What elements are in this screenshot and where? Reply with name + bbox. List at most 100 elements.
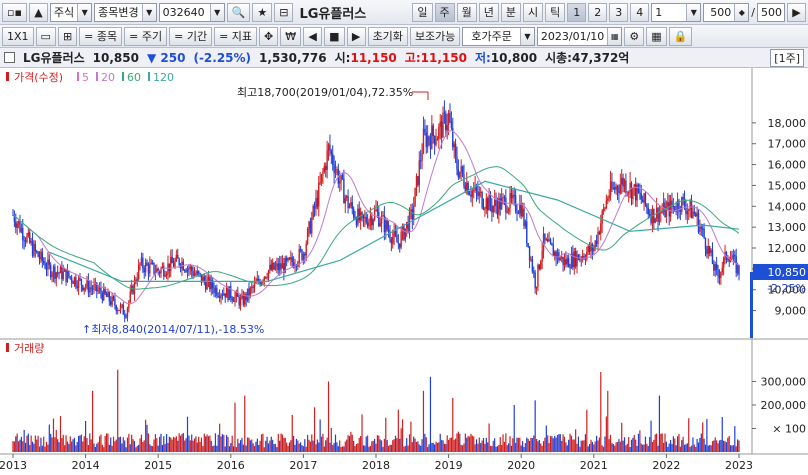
date-input[interactable]: 2023/01/10 ▦ bbox=[536, 26, 623, 46]
tag-icon[interactable]: ⊟ bbox=[274, 2, 294, 22]
volume-bar bbox=[24, 442, 27, 452]
stop-button[interactable]: ■ bbox=[324, 26, 345, 46]
candle bbox=[204, 275, 207, 293]
aux-button[interactable]: 보조가능 bbox=[409, 26, 461, 46]
candle bbox=[297, 260, 299, 271]
period-hour[interactable]: 시 bbox=[523, 2, 544, 22]
legend-marker bbox=[96, 72, 98, 81]
volume-bar bbox=[200, 437, 203, 452]
volume-bar bbox=[728, 435, 730, 452]
volume-bar bbox=[175, 436, 177, 452]
volume-bar bbox=[260, 434, 263, 452]
reset-button[interactable]: 초기화 bbox=[367, 26, 408, 46]
interval-2[interactable]: 2 bbox=[588, 2, 608, 22]
order-select[interactable]: 호가주문 ▼ bbox=[462, 26, 535, 46]
candle bbox=[428, 135, 430, 146]
interval-input[interactable]: 1 ▼ bbox=[651, 2, 702, 22]
volume-bar bbox=[89, 433, 91, 452]
layout-1x1-icon[interactable]: ▭ bbox=[35, 26, 56, 46]
indicator-option-button[interactable]: = 지표 bbox=[214, 26, 258, 46]
candle bbox=[554, 250, 556, 261]
interval-1[interactable]: 1 bbox=[567, 2, 587, 22]
period-week[interactable]: 주 bbox=[434, 2, 455, 22]
gear-icon[interactable]: ⚙ bbox=[624, 26, 645, 46]
code-change-select[interactable]: 종목변경 ▼ bbox=[94, 2, 157, 22]
search-icon[interactable]: 🔍 bbox=[226, 2, 251, 22]
volume-bar bbox=[502, 434, 504, 452]
ratio-button[interactable]: 1X1 bbox=[2, 26, 34, 46]
play-forward-button[interactable]: ▶ bbox=[346, 26, 366, 46]
grid-icon[interactable]: ▦ bbox=[646, 26, 667, 46]
candle bbox=[442, 106, 444, 138]
volume-bar bbox=[145, 419, 147, 452]
interval-3[interactable]: 3 bbox=[609, 2, 629, 22]
volume-bar bbox=[29, 444, 31, 452]
volume-bar bbox=[231, 435, 233, 452]
scroll-right-button[interactable]: ▶ bbox=[787, 2, 806, 22]
interval-4[interactable]: 4 bbox=[630, 2, 650, 22]
candle bbox=[548, 231, 550, 242]
volume-bar bbox=[316, 439, 318, 452]
market-select[interactable]: 주식 ▼ bbox=[49, 2, 93, 22]
volume-bar bbox=[246, 437, 249, 452]
period-option-button[interactable]: = 주기 bbox=[124, 26, 168, 46]
volume-bar bbox=[622, 440, 624, 452]
volume-bar bbox=[193, 438, 196, 452]
volume-bar bbox=[653, 439, 655, 452]
candle bbox=[86, 276, 88, 290]
candle bbox=[468, 190, 471, 196]
candle bbox=[213, 282, 215, 298]
volume-bar bbox=[379, 439, 381, 452]
volume-bar bbox=[23, 430, 25, 452]
candle bbox=[549, 237, 552, 245]
checkbox[interactable] bbox=[4, 52, 15, 63]
candle bbox=[591, 242, 594, 260]
candle bbox=[528, 246, 531, 269]
stock-option-button[interactable]: = 종목 bbox=[79, 26, 123, 46]
price-panel[interactable]: 가격(수정)520601209,00010,00011,00012,00013,… bbox=[0, 68, 808, 454]
candle bbox=[439, 114, 441, 140]
window-menu-button[interactable]: ▫▪ bbox=[2, 2, 27, 22]
volume-bar bbox=[400, 428, 402, 452]
candle bbox=[251, 282, 253, 294]
volume-bar bbox=[692, 437, 694, 452]
up-arrow-button[interactable]: ▲ bbox=[28, 2, 48, 22]
candle bbox=[344, 194, 346, 214]
favorite-star-icon[interactable]: ★ bbox=[252, 2, 273, 22]
volume-bar bbox=[629, 447, 631, 452]
lock-icon[interactable]: 🔒 bbox=[668, 26, 693, 46]
volume-bar bbox=[138, 444, 140, 452]
candle bbox=[641, 195, 644, 203]
candle bbox=[707, 238, 709, 259]
period-year[interactable]: 년 bbox=[478, 2, 499, 22]
order-label: 호가주문 bbox=[471, 30, 512, 43]
volume-panel[interactable]: 거래량 × 100 200,000 300,000 bbox=[6, 342, 806, 452]
period-day[interactable]: 일 bbox=[412, 2, 433, 22]
range-option-button[interactable]: = 기간 bbox=[169, 26, 213, 46]
candle bbox=[209, 274, 211, 292]
period-month[interactable]: 월 bbox=[456, 2, 477, 22]
move-icon[interactable]: ✥ bbox=[259, 26, 279, 46]
split-icon[interactable]: ⊞ bbox=[57, 26, 78, 46]
candle bbox=[48, 254, 50, 270]
volume-bar bbox=[259, 440, 261, 452]
count-input[interactable]: 500 ◆ bbox=[703, 2, 750, 22]
period-tick[interactable]: 틱 bbox=[545, 2, 566, 22]
candle bbox=[607, 195, 609, 205]
stock-chart[interactable]: 가격(수정)520601209,00010,00011,00012,00013,… bbox=[0, 68, 808, 475]
candle bbox=[467, 181, 469, 196]
candle bbox=[350, 197, 352, 209]
candle bbox=[73, 276, 76, 287]
stock-code-input[interactable]: 032640 ▼ bbox=[158, 2, 225, 22]
play-back-button[interactable]: ◀ bbox=[303, 26, 323, 46]
won-button[interactable]: ₩ bbox=[280, 26, 302, 46]
candle bbox=[154, 264, 157, 281]
candle bbox=[372, 218, 374, 230]
volume-bar bbox=[540, 443, 542, 452]
volume-bar bbox=[133, 440, 136, 452]
y-tick-label: 13,000 bbox=[768, 221, 807, 234]
unit-badge[interactable]: [1주] bbox=[770, 48, 804, 67]
volume-bar bbox=[38, 446, 41, 452]
candle bbox=[193, 266, 196, 277]
period-minute[interactable]: 분 bbox=[500, 2, 522, 22]
